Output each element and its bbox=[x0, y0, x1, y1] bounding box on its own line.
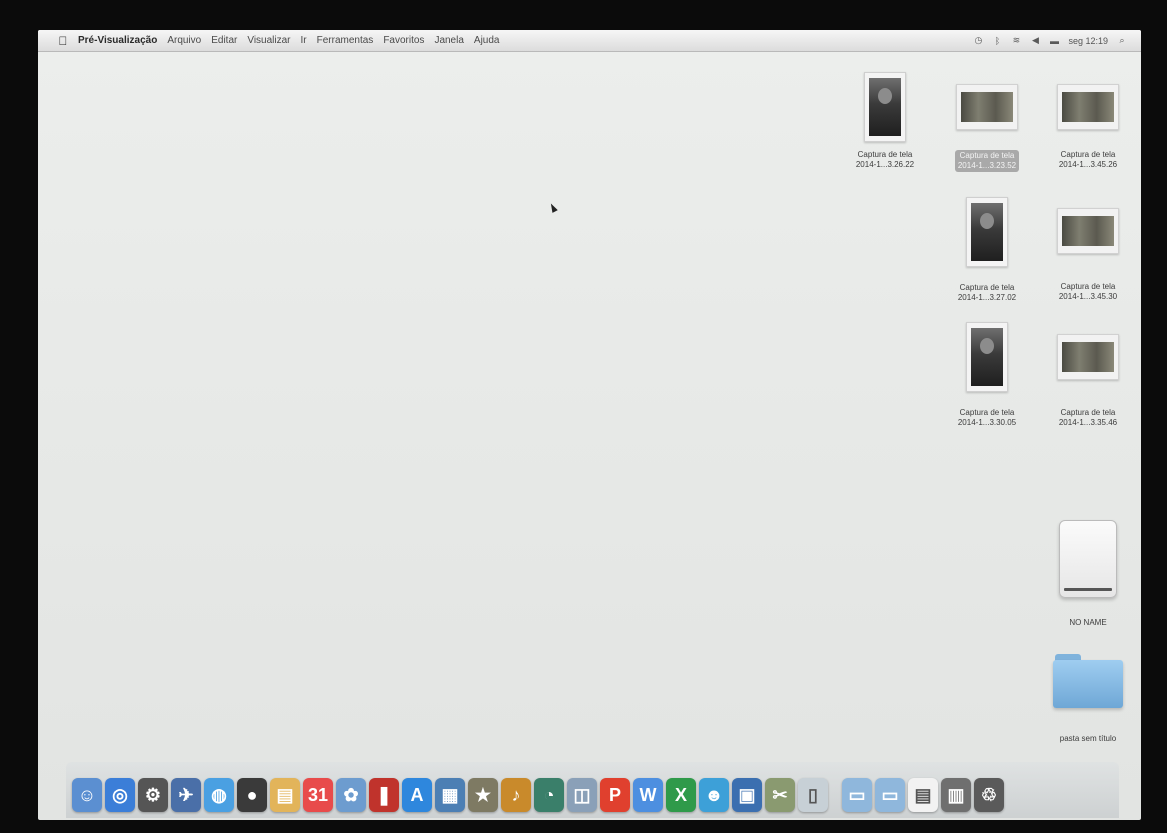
documents-folder-icon[interactable]: ▭ bbox=[875, 778, 905, 812]
photos-icon[interactable]: ✿ bbox=[336, 778, 366, 812]
folder-icon bbox=[1053, 654, 1123, 708]
wifi-icon[interactable]: ≋ bbox=[1011, 35, 1021, 46]
word-icon[interactable]: W bbox=[633, 778, 663, 812]
preview-icon[interactable]: ◫ bbox=[567, 778, 597, 812]
launchpad-icon[interactable]: ✈ bbox=[171, 778, 201, 812]
file-label: Captura de tela 2014-1...3.23.52 bbox=[954, 150, 1020, 172]
menu-bar:  Pré-Visualização Arquivo Editar Visual… bbox=[38, 30, 1141, 52]
photo-booth-icon[interactable]: ▣ bbox=[732, 778, 762, 812]
app-store-icon[interactable]: A bbox=[402, 778, 432, 812]
trash-can-icon[interactable]: ▯ bbox=[798, 778, 828, 812]
image-thumbnail bbox=[1057, 208, 1119, 254]
file-label: Captura de tela 2014-1...3.45.26 bbox=[1058, 150, 1118, 169]
menu-ajuda[interactable]: Ajuda bbox=[474, 35, 500, 46]
applications-folder-icon[interactable]: ▭ bbox=[842, 778, 872, 812]
camera-icon[interactable]: ● bbox=[237, 778, 267, 812]
menu-arquivo[interactable]: Arquivo bbox=[167, 35, 201, 46]
desktop-file[interactable]: Captura de tela 2014-1...3.26.22 bbox=[840, 72, 930, 170]
apple-menu-icon[interactable]:  bbox=[56, 34, 70, 48]
time-machine-icon[interactable]: ◔ bbox=[534, 778, 564, 812]
drive-no-name[interactable]: NO NAME bbox=[1043, 520, 1133, 628]
safari-icon[interactable]: ◎ bbox=[105, 778, 135, 812]
trash-icon[interactable]: ♲ bbox=[974, 778, 1004, 812]
image-thumbnail bbox=[966, 322, 1008, 392]
calendar-icon[interactable]: 31 bbox=[303, 778, 333, 812]
notes-icon[interactable]: ▤ bbox=[270, 778, 300, 812]
book-icon[interactable]: ❚ bbox=[369, 778, 399, 812]
external-drive-icon bbox=[1059, 520, 1117, 598]
desktop-file[interactable]: Captura de tela 2014-1...3.27.02 bbox=[942, 197, 1032, 303]
clock[interactable]: seg 12:19 bbox=[1068, 36, 1108, 46]
imovie-icon[interactable]: ★ bbox=[468, 778, 498, 812]
desktop-file[interactable]: Captura de tela 2014-1...3.30.05 bbox=[942, 322, 1032, 428]
spotlight-icon[interactable]: ⌕ bbox=[1117, 35, 1127, 46]
dock: ☺ ◎ ⚙ ✈ ◍ ● ▤ 31 ✿ ❚ A ▦ ★ ♪ ◔ ◫ P W X ☻ ▣ ✂ ▯ ▭ ▭ ▤ ▥ ♲ bbox=[66, 762, 1119, 818]
desktop-file-selected[interactable]: Captura de tela 2014-1...3.23.52 bbox=[942, 65, 1032, 172]
desktop-file[interactable]: Captura de tela 2014-1...3.45.26 bbox=[1043, 84, 1133, 170]
untitled-folder[interactable]: pasta sem título bbox=[1043, 654, 1133, 744]
folder-label: pasta sem título bbox=[1059, 734, 1117, 743]
desktop-file[interactable]: Captura de tela 2014-1...3.45.30 bbox=[1043, 208, 1133, 302]
document-stack-icon[interactable]: ▤ bbox=[908, 778, 938, 812]
menu-visualizar[interactable]: Visualizar bbox=[247, 35, 290, 46]
utilities-icon[interactable]: ✂ bbox=[765, 778, 795, 812]
messenger-icon[interactable]: ☻ bbox=[699, 778, 729, 812]
mouse-pointer-icon bbox=[548, 202, 558, 213]
menu-janela[interactable]: Janela bbox=[434, 35, 463, 46]
menu-ir[interactable]: Ir bbox=[301, 35, 307, 46]
file-label: Captura de tela 2014-1...3.27.02 bbox=[957, 283, 1017, 302]
volume-icon[interactable]: ◀ bbox=[1030, 35, 1040, 46]
bluetooth-icon[interactable]: ᛒ bbox=[992, 36, 1002, 46]
image-thumbnail bbox=[1057, 84, 1119, 130]
menu-ferramentas[interactable]: Ferramentas bbox=[317, 35, 374, 46]
image-thumbnail bbox=[1057, 334, 1119, 380]
safari-browser-icon[interactable]: ◍ bbox=[204, 778, 234, 812]
menu-editar[interactable]: Editar bbox=[211, 35, 237, 46]
powerpoint-icon[interactable]: P bbox=[600, 778, 630, 812]
battery-icon[interactable]: ▬ bbox=[1049, 36, 1059, 46]
iphoto-icon[interactable]: ▦ bbox=[435, 778, 465, 812]
garageband-icon[interactable]: ♪ bbox=[501, 778, 531, 812]
file-label: Captura de tela 2014-1...3.35.46 bbox=[1058, 408, 1118, 427]
screenshots-stack-icon[interactable]: ▥ bbox=[941, 778, 971, 812]
status-area: ◷ ᛒ ≋ ◀ ▬ seg 12:19 ⌕ bbox=[973, 30, 1127, 51]
excel-icon[interactable]: X bbox=[666, 778, 696, 812]
file-label: Captura de tela 2014-1...3.45.30 bbox=[1058, 282, 1118, 301]
image-thumbnail bbox=[864, 72, 906, 142]
drive-label: NO NAME bbox=[1069, 618, 1107, 627]
desktop-file[interactable]: Captura de tela 2014-1...3.35.46 bbox=[1043, 334, 1133, 428]
app-menu[interactable]: Pré-Visualização bbox=[78, 35, 157, 46]
system-preferences-icon[interactable]: ⚙ bbox=[138, 778, 168, 812]
image-thumbnail bbox=[966, 197, 1008, 267]
image-thumbnail bbox=[949, 65, 1023, 151]
finder-icon[interactable]: ☺ bbox=[72, 778, 102, 812]
time-machine-status-icon[interactable]: ◷ bbox=[973, 35, 983, 46]
menu-favoritos[interactable]: Favoritos bbox=[383, 35, 424, 46]
file-label: Captura de tela 2014-1...3.30.05 bbox=[957, 408, 1017, 427]
desktop-screen:  Pré-Visualização Arquivo Editar Visual… bbox=[38, 30, 1141, 820]
file-label: Captura de tela 2014-1...3.26.22 bbox=[855, 150, 915, 169]
